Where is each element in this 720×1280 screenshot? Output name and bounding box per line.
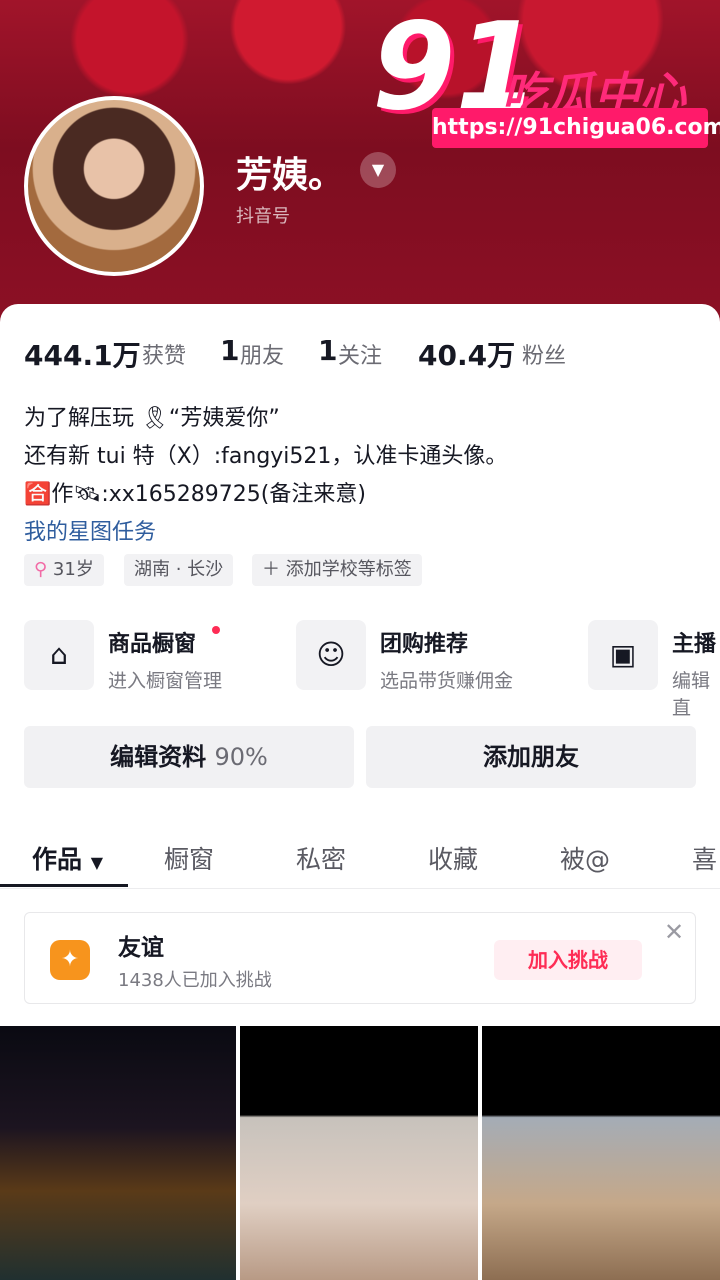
add-friend-button[interactable]: 添加朋友 xyxy=(366,726,696,788)
tab-likes[interactable]: 喜 xyxy=(692,840,717,876)
age-tag: ⚲ 31岁 xyxy=(24,554,104,586)
video-thumbnail[interactable] xyxy=(240,1026,478,1280)
edit-profile-button[interactable]: 编辑资料 90% xyxy=(24,726,354,788)
basket-icon[interactable]: ☺ xyxy=(296,620,366,690)
feature-groupbuy-title[interactable]: 团购推荐 xyxy=(380,626,468,658)
likes-label: 获赞 xyxy=(142,344,187,369)
tab-showcase[interactable]: 橱窗 xyxy=(164,840,214,876)
feature-groupbuy-subtitle[interactable]: 选品带货赚佣金 xyxy=(380,666,513,693)
tab-mentions[interactable]: 被@ xyxy=(560,840,610,876)
tab-works[interactable]: 作品 ▼ xyxy=(32,840,103,876)
avatar[interactable] xyxy=(24,96,204,276)
active-tab-indicator xyxy=(0,884,128,887)
video-thumbnail[interactable] xyxy=(0,1026,236,1280)
store-icon[interactable]: ⌂ xyxy=(24,620,94,690)
female-icon: ⚲ xyxy=(34,559,48,580)
challenge-title: 友谊 xyxy=(118,935,164,961)
star-task-link[interactable]: 我的星图任务 xyxy=(24,514,156,546)
followers-label[interactable]: 粉丝 xyxy=(522,338,566,370)
location-tag-label: 湖南 · 长沙 xyxy=(134,559,224,580)
challenge-star-icon: ✦ xyxy=(50,940,90,980)
followers-count[interactable]: 40.4万 xyxy=(418,334,515,374)
video-thumbnail[interactable] xyxy=(482,1026,720,1280)
bio-line-3: 🈴作🛰:xx165289725(备注来意) xyxy=(24,482,366,507)
tab-divider xyxy=(0,888,720,889)
tv-icon[interactable]: ▣ xyxy=(588,620,658,690)
account-switch-chevron-icon[interactable]: ▼ xyxy=(360,152,396,188)
friends-label[interactable]: 朋友 xyxy=(240,338,284,370)
tab-works-label: 作品 xyxy=(32,845,83,874)
feature-store-subtitle[interactable]: 进入橱窗管理 xyxy=(108,666,222,693)
plus-icon: ＋ xyxy=(262,559,280,580)
likes-count: 444.1万 xyxy=(24,339,141,372)
add-school-tag[interactable]: ＋ 添加学校等标签 xyxy=(252,554,422,586)
bio-line-2: 还有新 tui 特（X）:fangyi521，认准卡通头像。 xyxy=(24,444,508,469)
following-label[interactable]: 关注 xyxy=(338,338,382,370)
feature-store-title[interactable]: 商品橱窗 xyxy=(108,626,196,658)
feature-live-subtitle[interactable]: 编辑直 xyxy=(672,666,720,720)
edit-profile-progress: 90% xyxy=(214,743,268,771)
tab-favorites[interactable]: 收藏 xyxy=(428,840,478,876)
caret-down-icon: ▼ xyxy=(90,853,104,872)
add-school-tag-label: 添加学校等标签 xyxy=(285,559,412,580)
bio-line-1: 为了解压玩 🎗“芳姨爱你” xyxy=(24,406,280,431)
following-count[interactable]: 1 xyxy=(318,334,337,367)
edit-profile-label: 编辑资料 xyxy=(110,743,207,771)
challenge-subtitle: 1438人已加入挑战 xyxy=(118,970,272,991)
tab-private[interactable]: 私密 xyxy=(296,840,346,876)
join-challenge-button[interactable]: 加入挑战 xyxy=(494,940,642,980)
feature-live-title[interactable]: 主播 xyxy=(672,626,716,658)
location-tag: 湖南 · 长沙 xyxy=(124,554,234,586)
douyin-id: 抖音号 xyxy=(236,206,290,227)
username: 芳姨。 xyxy=(236,155,345,196)
notification-dot xyxy=(212,626,220,634)
watermark-url: https://91chigua06.com xyxy=(432,108,720,148)
friends-count[interactable]: 1 xyxy=(220,334,239,367)
age-tag-label: 31岁 xyxy=(52,559,94,580)
close-icon[interactable]: ✕ xyxy=(664,918,684,946)
